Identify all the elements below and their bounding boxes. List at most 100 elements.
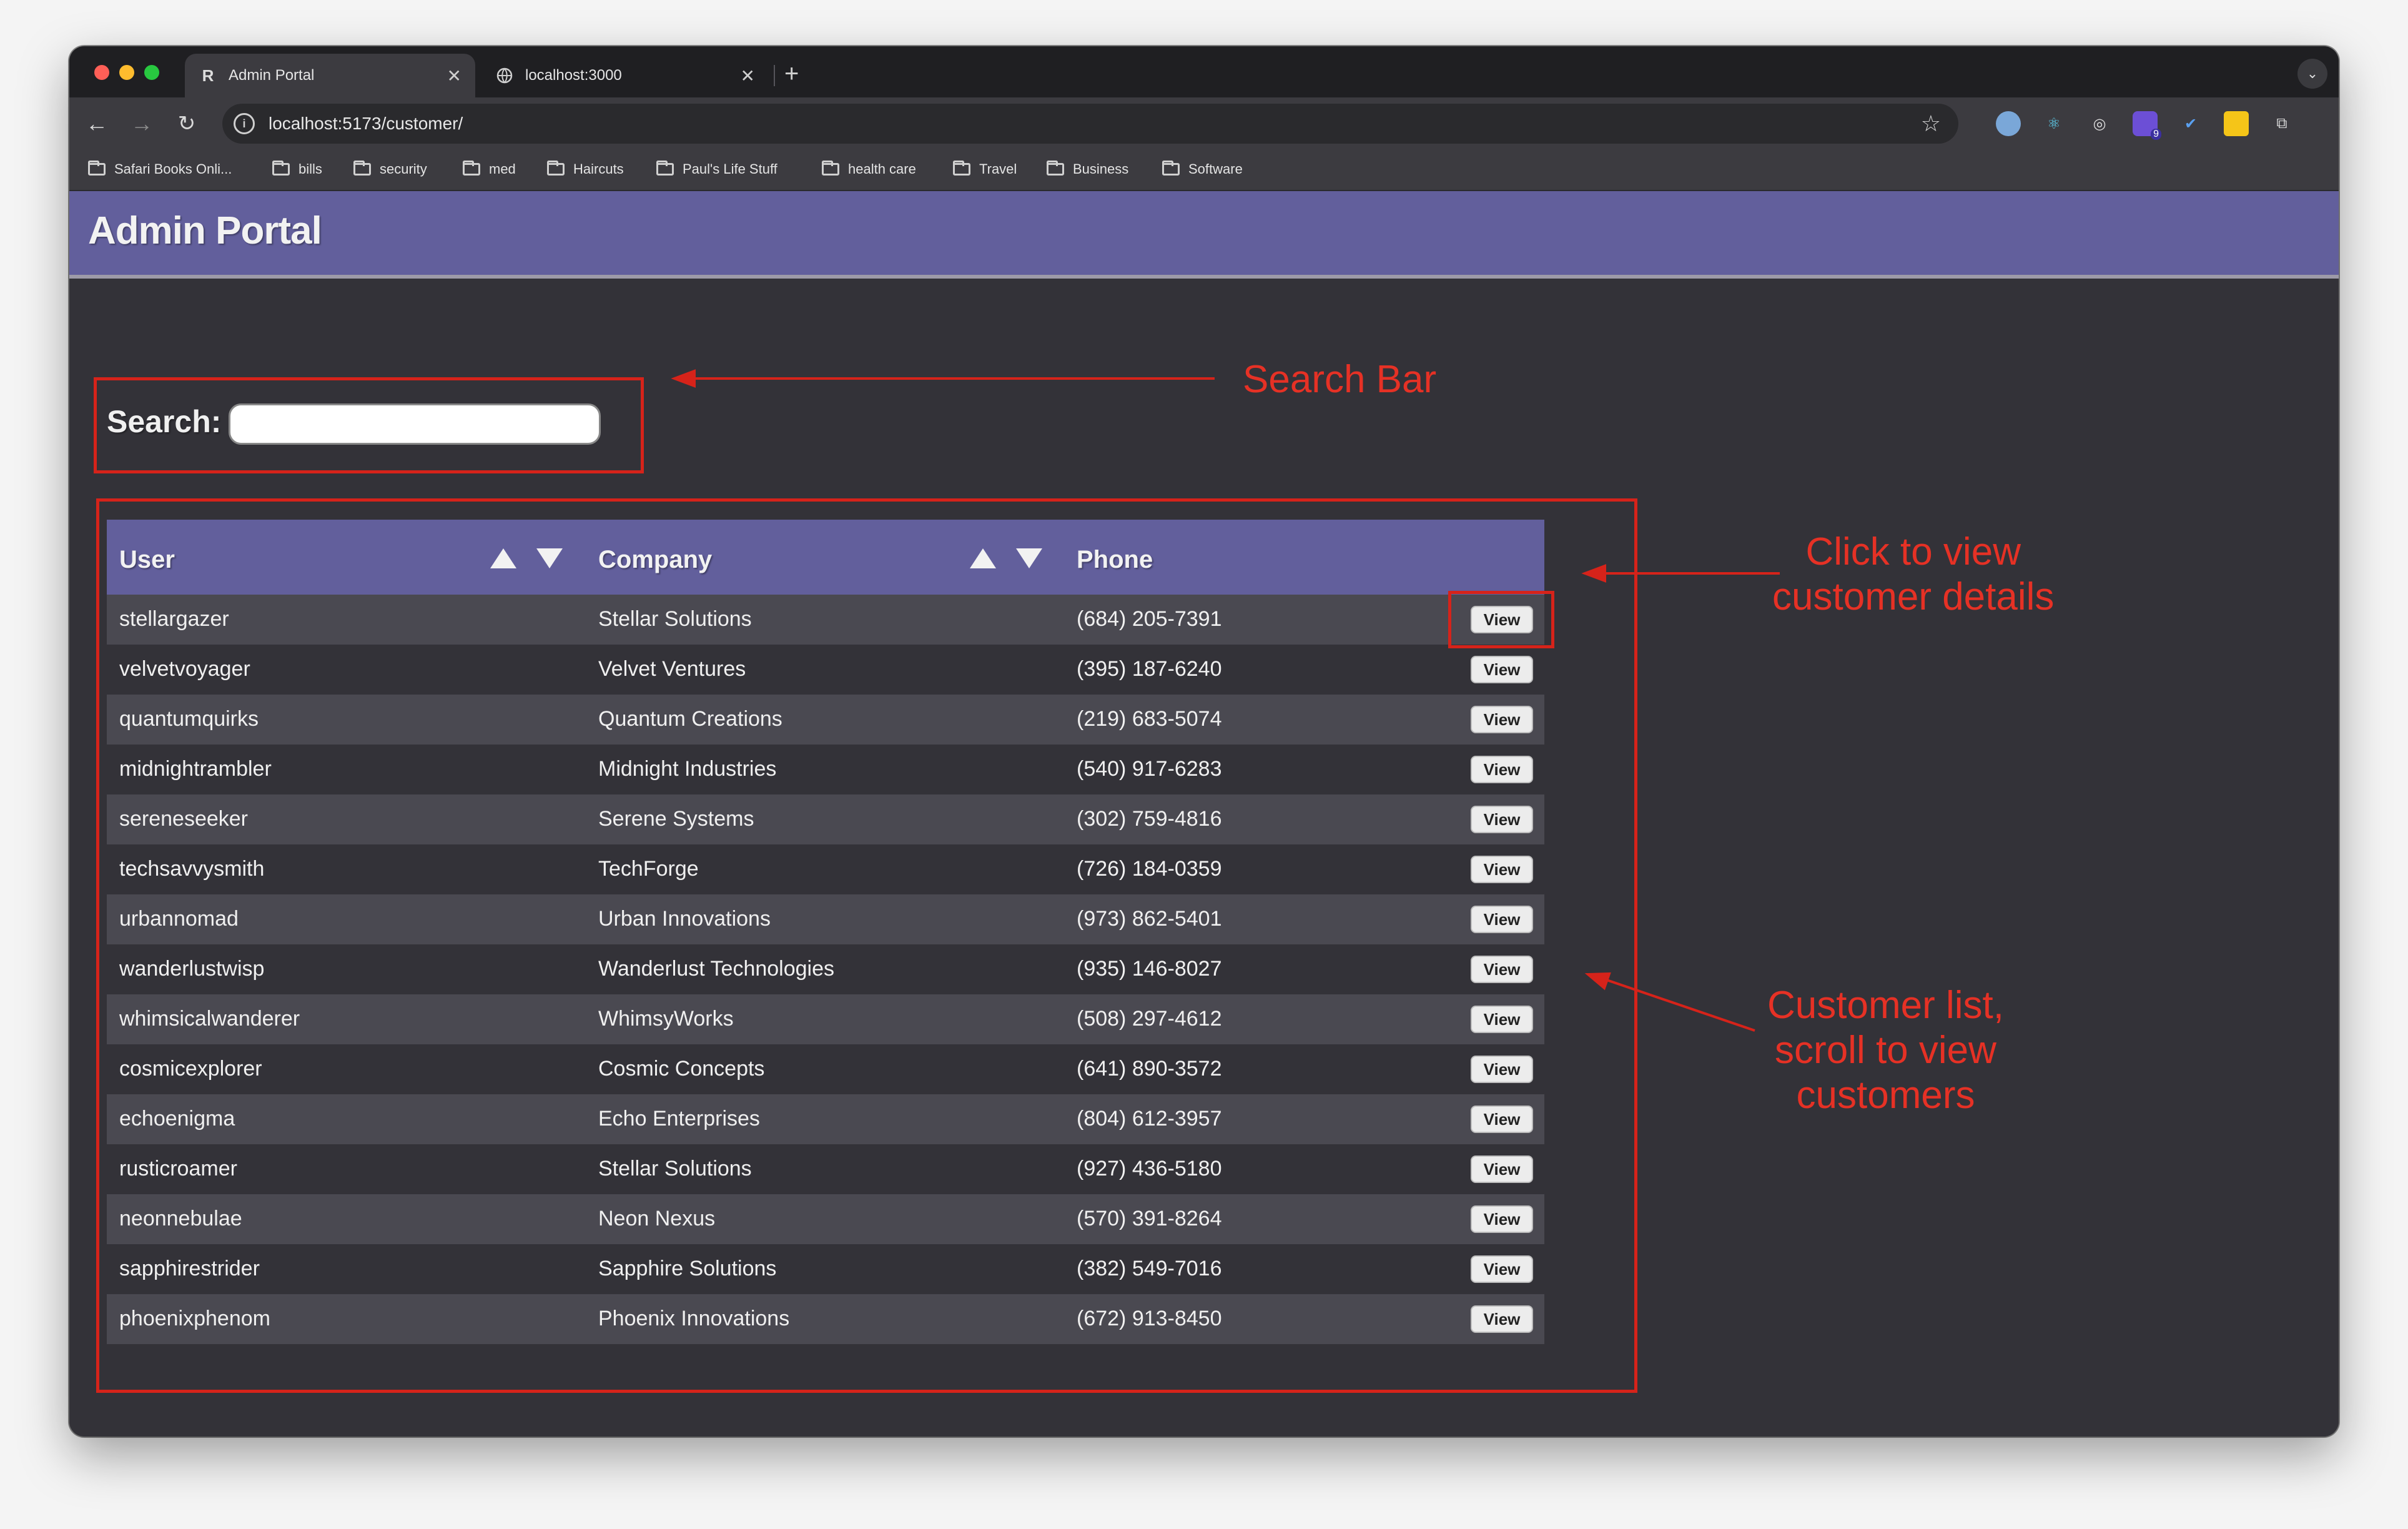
sort-company-ascending-icon[interactable] bbox=[970, 548, 996, 568]
cell-user: velvetvoyager bbox=[119, 657, 250, 681]
search-input[interactable] bbox=[229, 403, 601, 445]
column-header-phone: Phone bbox=[1077, 546, 1153, 573]
table-row: whimsicalwanderer WhimsyWorks (508) 297-46… bbox=[107, 994, 1544, 1044]
table-row: echoenigma Echo Enterprises (804) 612-3957… bbox=[107, 1094, 1544, 1144]
cell-phone: (508) 297-4612 bbox=[1077, 1007, 1222, 1031]
close-window-button[interactable] bbox=[94, 65, 109, 80]
tab-separator bbox=[774, 65, 775, 86]
table-row: sapphirestrider Sapphire Solutions (382) 5… bbox=[107, 1244, 1544, 1294]
view-button[interactable]: View bbox=[1471, 1056, 1533, 1083]
bookmark-folder[interactable]: Paul's Life Stuff bbox=[656, 161, 777, 177]
search-bar-annotation: Search Bar bbox=[1243, 358, 1437, 401]
tab-search-chevron-icon[interactable]: ⌄ bbox=[2297, 59, 2327, 89]
close-tab-icon[interactable]: ✕ bbox=[741, 66, 755, 86]
annotation-line: Click to view bbox=[1805, 530, 2021, 573]
table-row: wanderlustwisp Wanderlust Technologies (93… bbox=[107, 944, 1544, 994]
forward-arrow-icon[interactable]: → bbox=[127, 109, 157, 139]
table-row: neonnebulae Neon Nexus (570) 391-8264 View bbox=[107, 1194, 1544, 1244]
back-arrow-icon[interactable]: ← bbox=[82, 109, 112, 139]
maximize-window-button[interactable] bbox=[144, 65, 159, 80]
checkmark-extension-icon[interactable]: ✔ bbox=[2178, 111, 2203, 136]
cell-phone: (540) 917-6283 bbox=[1077, 757, 1222, 781]
site-info-icon[interactable]: i bbox=[234, 113, 255, 134]
reload-icon[interactable]: ↻ bbox=[172, 109, 202, 139]
view-button[interactable]: View bbox=[1471, 656, 1533, 683]
annotation-line: customer details bbox=[1772, 575, 2055, 618]
extension-circle-icon[interactable] bbox=[1996, 111, 2021, 136]
bookmark-folder[interactable]: Software bbox=[1162, 161, 1243, 177]
address-bar[interactable]: i localhost:5173/customer/ ☆ bbox=[222, 104, 1958, 144]
tab-localhost-3000[interactable]: localhost:3000 ✕ bbox=[481, 54, 769, 97]
react-devtools-icon[interactable]: ⚛ bbox=[2041, 111, 2066, 136]
tab-strip: R Admin Portal ✕ localhost:3000 ✕ + ⌄ bbox=[69, 46, 2339, 97]
table-row: stellargazer Stellar Solutions (684) 205-7… bbox=[107, 595, 1544, 645]
column-header-company: Company bbox=[598, 546, 713, 573]
table-row: quantumquirks Quantum Creations (219) 683-… bbox=[107, 695, 1544, 745]
minimize-window-button[interactable] bbox=[119, 65, 134, 80]
column-header-user: User bbox=[119, 546, 175, 573]
bookmark-star-icon[interactable]: ☆ bbox=[1921, 111, 1941, 137]
sticky-note-extension-icon[interactable] bbox=[2224, 111, 2249, 136]
view-button[interactable]: View bbox=[1471, 1255, 1533, 1283]
view-button[interactable]: View bbox=[1471, 906, 1533, 933]
cell-company: Echo Enterprises bbox=[598, 1107, 760, 1131]
table-row: techsavvysmith TechForge (726) 184-0359 Vie… bbox=[107, 844, 1544, 894]
bookmark-folder[interactable]: bills bbox=[272, 161, 322, 177]
bookmark-folder[interactable]: health care bbox=[822, 161, 916, 177]
hex-extension-icon[interactable]: 9 bbox=[2133, 111, 2161, 140]
bookmark-label: Business bbox=[1073, 161, 1129, 177]
view-button[interactable]: View bbox=[1471, 1106, 1533, 1133]
cell-user: sereneseeker bbox=[119, 807, 249, 831]
close-tab-icon[interactable]: ✕ bbox=[447, 66, 461, 86]
bookmark-label: med bbox=[489, 161, 516, 177]
table-row: midnightrambler Midnight Industries (540) … bbox=[107, 745, 1544, 794]
new-tab-icon[interactable]: + bbox=[784, 60, 799, 88]
tab-admin-portal[interactable]: R Admin Portal ✕ bbox=[185, 54, 475, 97]
table-row: sereneseeker Serene Systems (302) 759-4816… bbox=[107, 794, 1544, 844]
cell-user: phoenixphenom bbox=[119, 1307, 270, 1330]
cell-user: echoenigma bbox=[119, 1107, 235, 1131]
cell-phone: (927) 436-5180 bbox=[1077, 1157, 1222, 1180]
bookmark-label: security bbox=[380, 161, 427, 177]
cell-company: Quantum Creations bbox=[598, 707, 782, 731]
view-button[interactable]: View bbox=[1471, 756, 1533, 783]
bookmark-folder[interactable]: Business bbox=[1047, 161, 1128, 177]
extension-badge: 9 bbox=[2151, 129, 2161, 140]
bookmark-folder[interactable]: Haircuts bbox=[547, 161, 624, 177]
cell-company: Wanderlust Technologies bbox=[598, 957, 835, 981]
view-button[interactable]: View bbox=[1471, 806, 1533, 833]
cell-company: WhimsyWorks bbox=[598, 1007, 734, 1031]
bookmark-label: Safari Books Onli... bbox=[114, 161, 232, 177]
view-button[interactable]: View bbox=[1471, 1006, 1533, 1033]
cell-phone: (641) 890-3572 bbox=[1077, 1057, 1222, 1081]
view-button[interactable]: View bbox=[1471, 856, 1533, 883]
folder-icon bbox=[272, 161, 290, 176]
table-header: User Company Phone bbox=[107, 520, 1544, 595]
view-button[interactable]: View bbox=[1471, 1205, 1533, 1233]
cell-company: Neon Nexus bbox=[598, 1207, 716, 1230]
app-header: Admin Portal bbox=[69, 191, 2339, 279]
cell-user: midnightrambler bbox=[119, 757, 272, 781]
view-button[interactable]: View bbox=[1471, 1155, 1533, 1183]
view-button[interactable]: View bbox=[1471, 1305, 1533, 1333]
cell-phone: (804) 612-3957 bbox=[1077, 1107, 1222, 1131]
table-row: velvetvoyager Velvet Ventures (395) 187-62… bbox=[107, 645, 1544, 695]
react-router-favicon-icon: R bbox=[202, 66, 214, 85]
target-extension-icon[interactable]: ◎ bbox=[2087, 111, 2112, 136]
view-button[interactable]: View bbox=[1471, 706, 1533, 733]
sort-user-ascending-icon[interactable] bbox=[490, 548, 516, 568]
bookmark-folder[interactable]: med bbox=[463, 161, 516, 177]
puzzle-extensions-icon[interactable]: ⧉ bbox=[2269, 111, 2294, 136]
sort-user-descending-icon[interactable] bbox=[536, 548, 563, 568]
sort-company-descending-icon[interactable] bbox=[1016, 548, 1042, 568]
search-label: Search: bbox=[107, 404, 222, 439]
cell-company: Cosmic Concepts bbox=[598, 1057, 765, 1081]
annotation-line: scroll to view bbox=[1775, 1029, 1996, 1072]
cell-phone: (219) 683-5074 bbox=[1077, 707, 1222, 731]
bookmark-folder[interactable]: Safari Books Onli... bbox=[88, 161, 232, 177]
cell-user: whimsicalwanderer bbox=[119, 1007, 300, 1031]
bookmark-folder[interactable]: security bbox=[353, 161, 427, 177]
bookmark-folder[interactable]: Travel bbox=[953, 161, 1017, 177]
view-button[interactable]: View bbox=[1471, 956, 1533, 983]
folder-icon bbox=[547, 161, 565, 176]
